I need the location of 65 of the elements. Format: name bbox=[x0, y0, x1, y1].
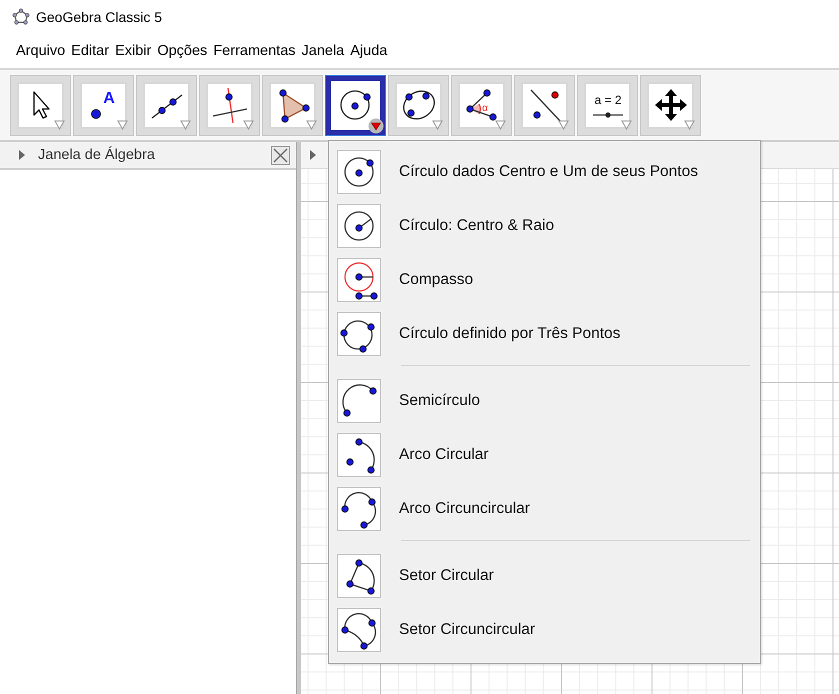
menu-item[interactable]: Círculo dados Centro e Um de seus Pontos bbox=[329, 145, 760, 199]
dropdown-arrow-icon bbox=[117, 120, 128, 130]
menu-item[interactable]: Ajuda bbox=[350, 41, 388, 61]
tool-button[interactable]: A bbox=[73, 74, 134, 136]
menu-item[interactable]: Janela bbox=[302, 41, 344, 61]
menu-item[interactable]: Arco Circular bbox=[329, 428, 760, 482]
dropdown-arrow-icon bbox=[432, 120, 443, 130]
menu-item[interactable]: Arco Circuncircular bbox=[329, 482, 760, 536]
point-icon bbox=[90, 109, 100, 119]
menu-item[interactable]: Ferramentas bbox=[213, 41, 296, 61]
tool-button[interactable] bbox=[514, 74, 575, 136]
dropdown-arrow-icon bbox=[558, 120, 569, 130]
semicircle-icon bbox=[337, 379, 381, 423]
cursor-icon bbox=[32, 91, 50, 119]
circumcircular-sector-icon bbox=[337, 608, 381, 652]
tool-button[interactable] bbox=[325, 74, 386, 136]
menu-item[interactable]: Opções bbox=[157, 41, 208, 61]
menu-item[interactable]: Setor Circuncircular bbox=[329, 603, 760, 657]
tool-button[interactable] bbox=[640, 74, 701, 136]
compass-icon bbox=[337, 258, 381, 302]
circumcircular-arc-icon bbox=[337, 487, 381, 531]
circle-icon bbox=[340, 90, 370, 120]
menu-item[interactable]: Editar bbox=[71, 41, 110, 61]
panel-title: Janela de Álgebra bbox=[38, 147, 156, 163]
dropdown-arrow-icon bbox=[243, 120, 254, 130]
menu-item[interactable]: Compasso bbox=[329, 253, 760, 307]
icon-label: A bbox=[102, 90, 114, 107]
dropdown-arrow-icon bbox=[54, 120, 65, 130]
menu-item[interactable]: Círculo: Centro & Raio bbox=[329, 199, 760, 253]
tool-button[interactable] bbox=[262, 74, 323, 136]
menu-item[interactable]: Setor Circular bbox=[329, 549, 760, 603]
arc-icon bbox=[337, 433, 381, 477]
triangle-icon bbox=[278, 89, 310, 123]
expand-triangle-icon[interactable] bbox=[309, 149, 317, 161]
tool-button[interactable]: α bbox=[451, 74, 512, 136]
close-icon bbox=[272, 146, 289, 164]
perpendicular-line-icon bbox=[212, 88, 247, 124]
slider-icon bbox=[592, 112, 622, 118]
menu-item[interactable]: Arquivo bbox=[16, 41, 66, 61]
icon-label: α bbox=[482, 103, 488, 114]
app-logo-icon bbox=[12, 8, 30, 26]
circle-point-icon bbox=[337, 150, 381, 194]
move-arrows-icon bbox=[654, 89, 686, 121]
reflection-icon bbox=[530, 90, 561, 122]
tool-button[interactable] bbox=[388, 74, 449, 136]
tool-button[interactable] bbox=[136, 74, 197, 136]
menu-item[interactable]: Círculo definido por Três Pontos bbox=[329, 307, 760, 361]
dropdown-arrow-icon bbox=[306, 120, 317, 130]
dropdown-arrow-icon bbox=[495, 120, 506, 130]
menu-item[interactable]: Semicírculo bbox=[329, 374, 760, 428]
expand-triangle-icon[interactable] bbox=[18, 149, 26, 161]
tool-button[interactable] bbox=[10, 74, 71, 136]
window-title: GeoGebra Classic 5 bbox=[36, 9, 162, 25]
dropdown-arrow-icon bbox=[180, 120, 191, 130]
circle-radius-icon bbox=[337, 204, 381, 248]
tool-button[interactable]: a = 2 bbox=[577, 74, 638, 136]
line-icon bbox=[151, 94, 182, 119]
sector-icon bbox=[337, 554, 381, 598]
angle-icon bbox=[466, 89, 496, 121]
ellipse-icon bbox=[402, 90, 434, 120]
menu-item[interactable]: Exibir bbox=[115, 41, 152, 61]
icon-label: a = 2 bbox=[594, 93, 622, 107]
dropdown-arrow-icon bbox=[684, 120, 695, 130]
dropdown-arrow-icon bbox=[621, 120, 632, 130]
close-button[interactable] bbox=[271, 146, 290, 164]
